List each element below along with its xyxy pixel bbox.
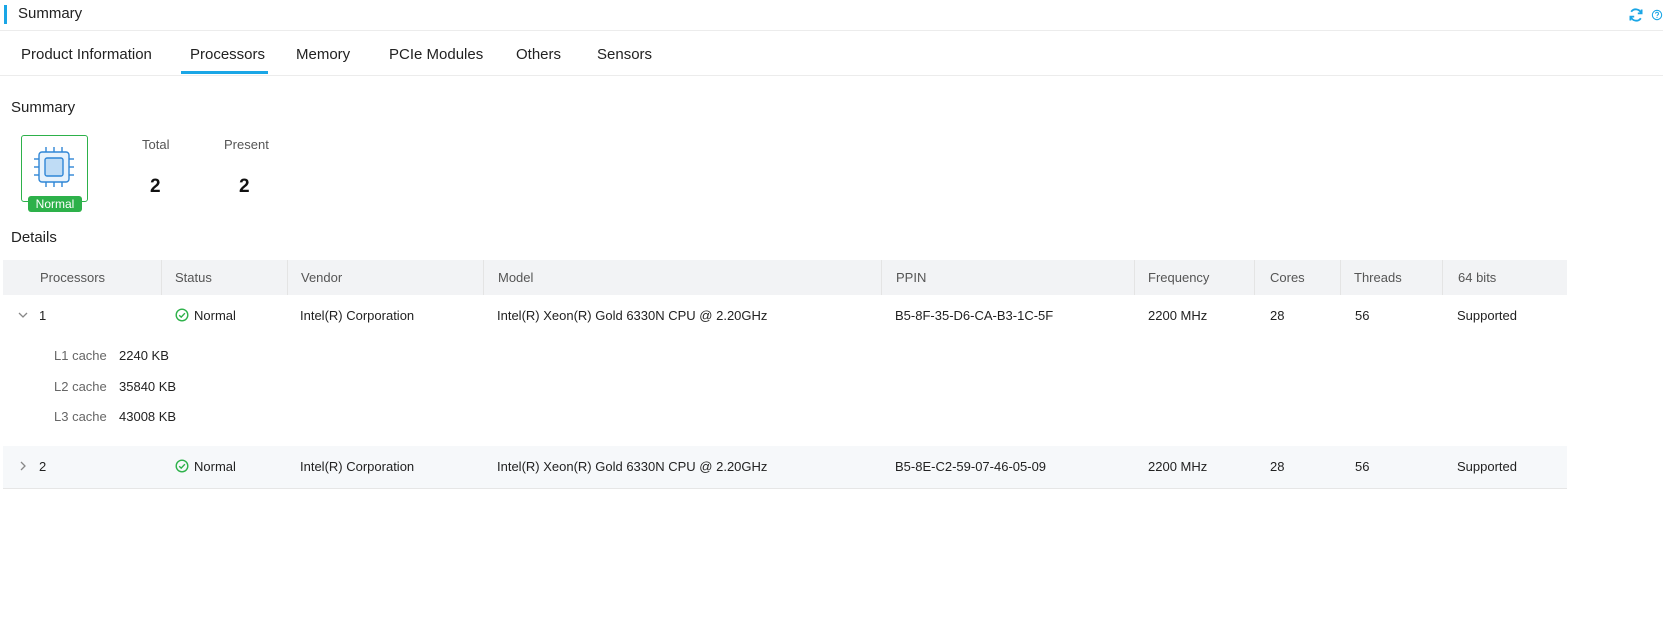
cache-value-l2: 35840 KB <box>119 379 177 394</box>
total-value: 2 <box>150 176 161 197</box>
cache-value-l1: 2240 KB <box>119 348 169 363</box>
column-header-processors[interactable]: Processors <box>40 260 105 295</box>
frequency-cell: 2200 MHz <box>1148 459 1208 474</box>
check-circle-icon <box>175 459 189 473</box>
column-header-status[interactable]: Status <box>175 260 212 295</box>
help-icon[interactable] <box>1651 6 1663 24</box>
column-header-64-bits[interactable]: 64 bits <box>1458 260 1496 295</box>
tab-memory[interactable]: Memory <box>296 46 350 63</box>
tab-bar: Product Information Processors Memory PC… <box>0 36 1663 76</box>
column-header-vendor[interactable]: Vendor <box>301 260 342 295</box>
column-header-model[interactable]: Model <box>498 260 533 295</box>
table-row[interactable] <box>3 446 1567 489</box>
processor-id: 1 <box>39 308 47 323</box>
present-value: 2 <box>239 176 250 197</box>
vendor-cell: Intel(R) Corporation <box>300 459 415 474</box>
cache-label-l3: L3 cache <box>54 409 107 424</box>
title-bar: Summary <box>0 0 1663 31</box>
cores-cell: 28 <box>1270 459 1285 474</box>
tab-processors[interactable]: Processors <box>190 46 265 63</box>
page-title: Summary <box>18 5 83 22</box>
refresh-icon[interactable] <box>1627 6 1645 24</box>
active-tab-indicator <box>181 71 268 74</box>
row-expanded-details <box>3 335 1567 445</box>
cores-cell: 28 <box>1270 308 1285 323</box>
column-header-threads[interactable]: Threads <box>1354 260 1402 295</box>
chevron-right-icon[interactable] <box>17 460 29 472</box>
64-bits-cell: Supported <box>1457 308 1517 323</box>
check-circle-icon <box>175 308 189 322</box>
threads-cell: 56 <box>1355 459 1370 474</box>
ppin-cell: B5-8F-35-D6-CA-B3-1C-5F <box>895 308 1054 323</box>
processor-id: 2 <box>39 459 47 474</box>
processor-status-card <box>21 135 88 202</box>
total-label: Total <box>142 137 170 152</box>
cache-value-l3: 43008 KB <box>119 409 177 424</box>
tab-others[interactable]: Others <box>516 46 561 63</box>
status-text: Normal <box>194 459 236 474</box>
tab-sensors[interactable]: Sensors <box>597 46 652 63</box>
cache-label-l1: L1 cache <box>54 348 107 363</box>
processor-chip-icon <box>34 147 74 187</box>
threads-cell: 56 <box>1355 308 1370 323</box>
column-header-frequency[interactable]: Frequency <box>1148 260 1209 295</box>
tab-pcie-modules[interactable]: PCIe Modules <box>389 46 483 63</box>
title-accent-bar <box>4 5 7 24</box>
64-bits-cell: Supported <box>1457 459 1517 474</box>
cache-label-l2: L2 cache <box>54 379 107 394</box>
details-title: Details <box>11 229 57 246</box>
table-row[interactable] <box>3 295 1567 335</box>
summary-title: Summary <box>11 99 76 116</box>
tab-product-information[interactable]: Product Information <box>21 46 152 63</box>
vendor-cell: Intel(R) Corporation <box>300 308 415 323</box>
model-cell: Intel(R) Xeon(R) Gold 6330N CPU @ 2.20GH… <box>497 459 768 474</box>
column-header-cores[interactable]: Cores <box>1270 260 1305 295</box>
column-header-ppin[interactable]: PPIN <box>896 260 926 295</box>
present-label: Present <box>224 137 269 152</box>
status-text: Normal <box>194 308 236 323</box>
model-cell: Intel(R) Xeon(R) Gold 6330N CPU @ 2.20GH… <box>497 308 768 323</box>
ppin-cell: B5-8E-C2-59-07-46-05-09 <box>895 459 1047 474</box>
table-header: Processors Status Vendor Model PPIN Freq… <box>3 260 1567 295</box>
chevron-down-icon[interactable] <box>17 309 29 321</box>
frequency-cell: 2200 MHz <box>1148 308 1208 323</box>
summary-status-badge: Normal <box>28 196 82 212</box>
